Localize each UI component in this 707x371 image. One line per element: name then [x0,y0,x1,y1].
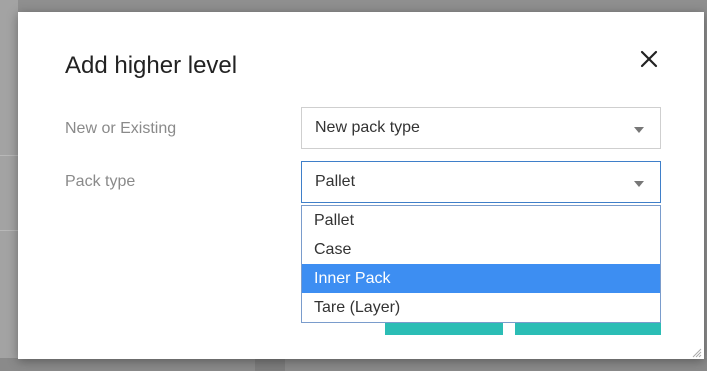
new-or-existing-label: New or Existing [65,120,177,137]
background-footer [0,358,707,371]
dropdown-option-pallet[interactable]: Pallet [302,206,660,235]
resize-grip-svg [692,348,702,358]
background-divider [0,155,18,156]
pack-type-select[interactable]: Pallet [301,161,661,203]
close-icon [640,50,658,68]
dropdown-option-inner-pack[interactable]: Inner Pack [302,264,660,293]
chevron-down-icon [634,127,644,133]
background-divider [0,230,18,231]
pack-type-label: Pack type [65,173,136,190]
pack-type-dropdown-list: Pallet Case Inner Pack Tare (Layer) [301,205,661,323]
resize-grip-icon[interactable] [690,345,702,358]
close-button[interactable] [636,46,662,72]
dropdown-option-tare-layer[interactable]: Tare (Layer) [302,293,660,322]
add-higher-level-dialog: Add higher level New or Existing New pac… [18,12,704,359]
background-panel [0,0,18,371]
background-footer-block [255,358,285,371]
chevron-down-icon [634,181,644,187]
pack-type-value: Pallet [315,173,356,190]
new-or-existing-select[interactable]: New pack type [301,107,661,149]
new-or-existing-value: New pack type [315,119,420,136]
dropdown-option-case[interactable]: Case [302,235,660,264]
dialog-title: Add higher level [65,52,238,79]
